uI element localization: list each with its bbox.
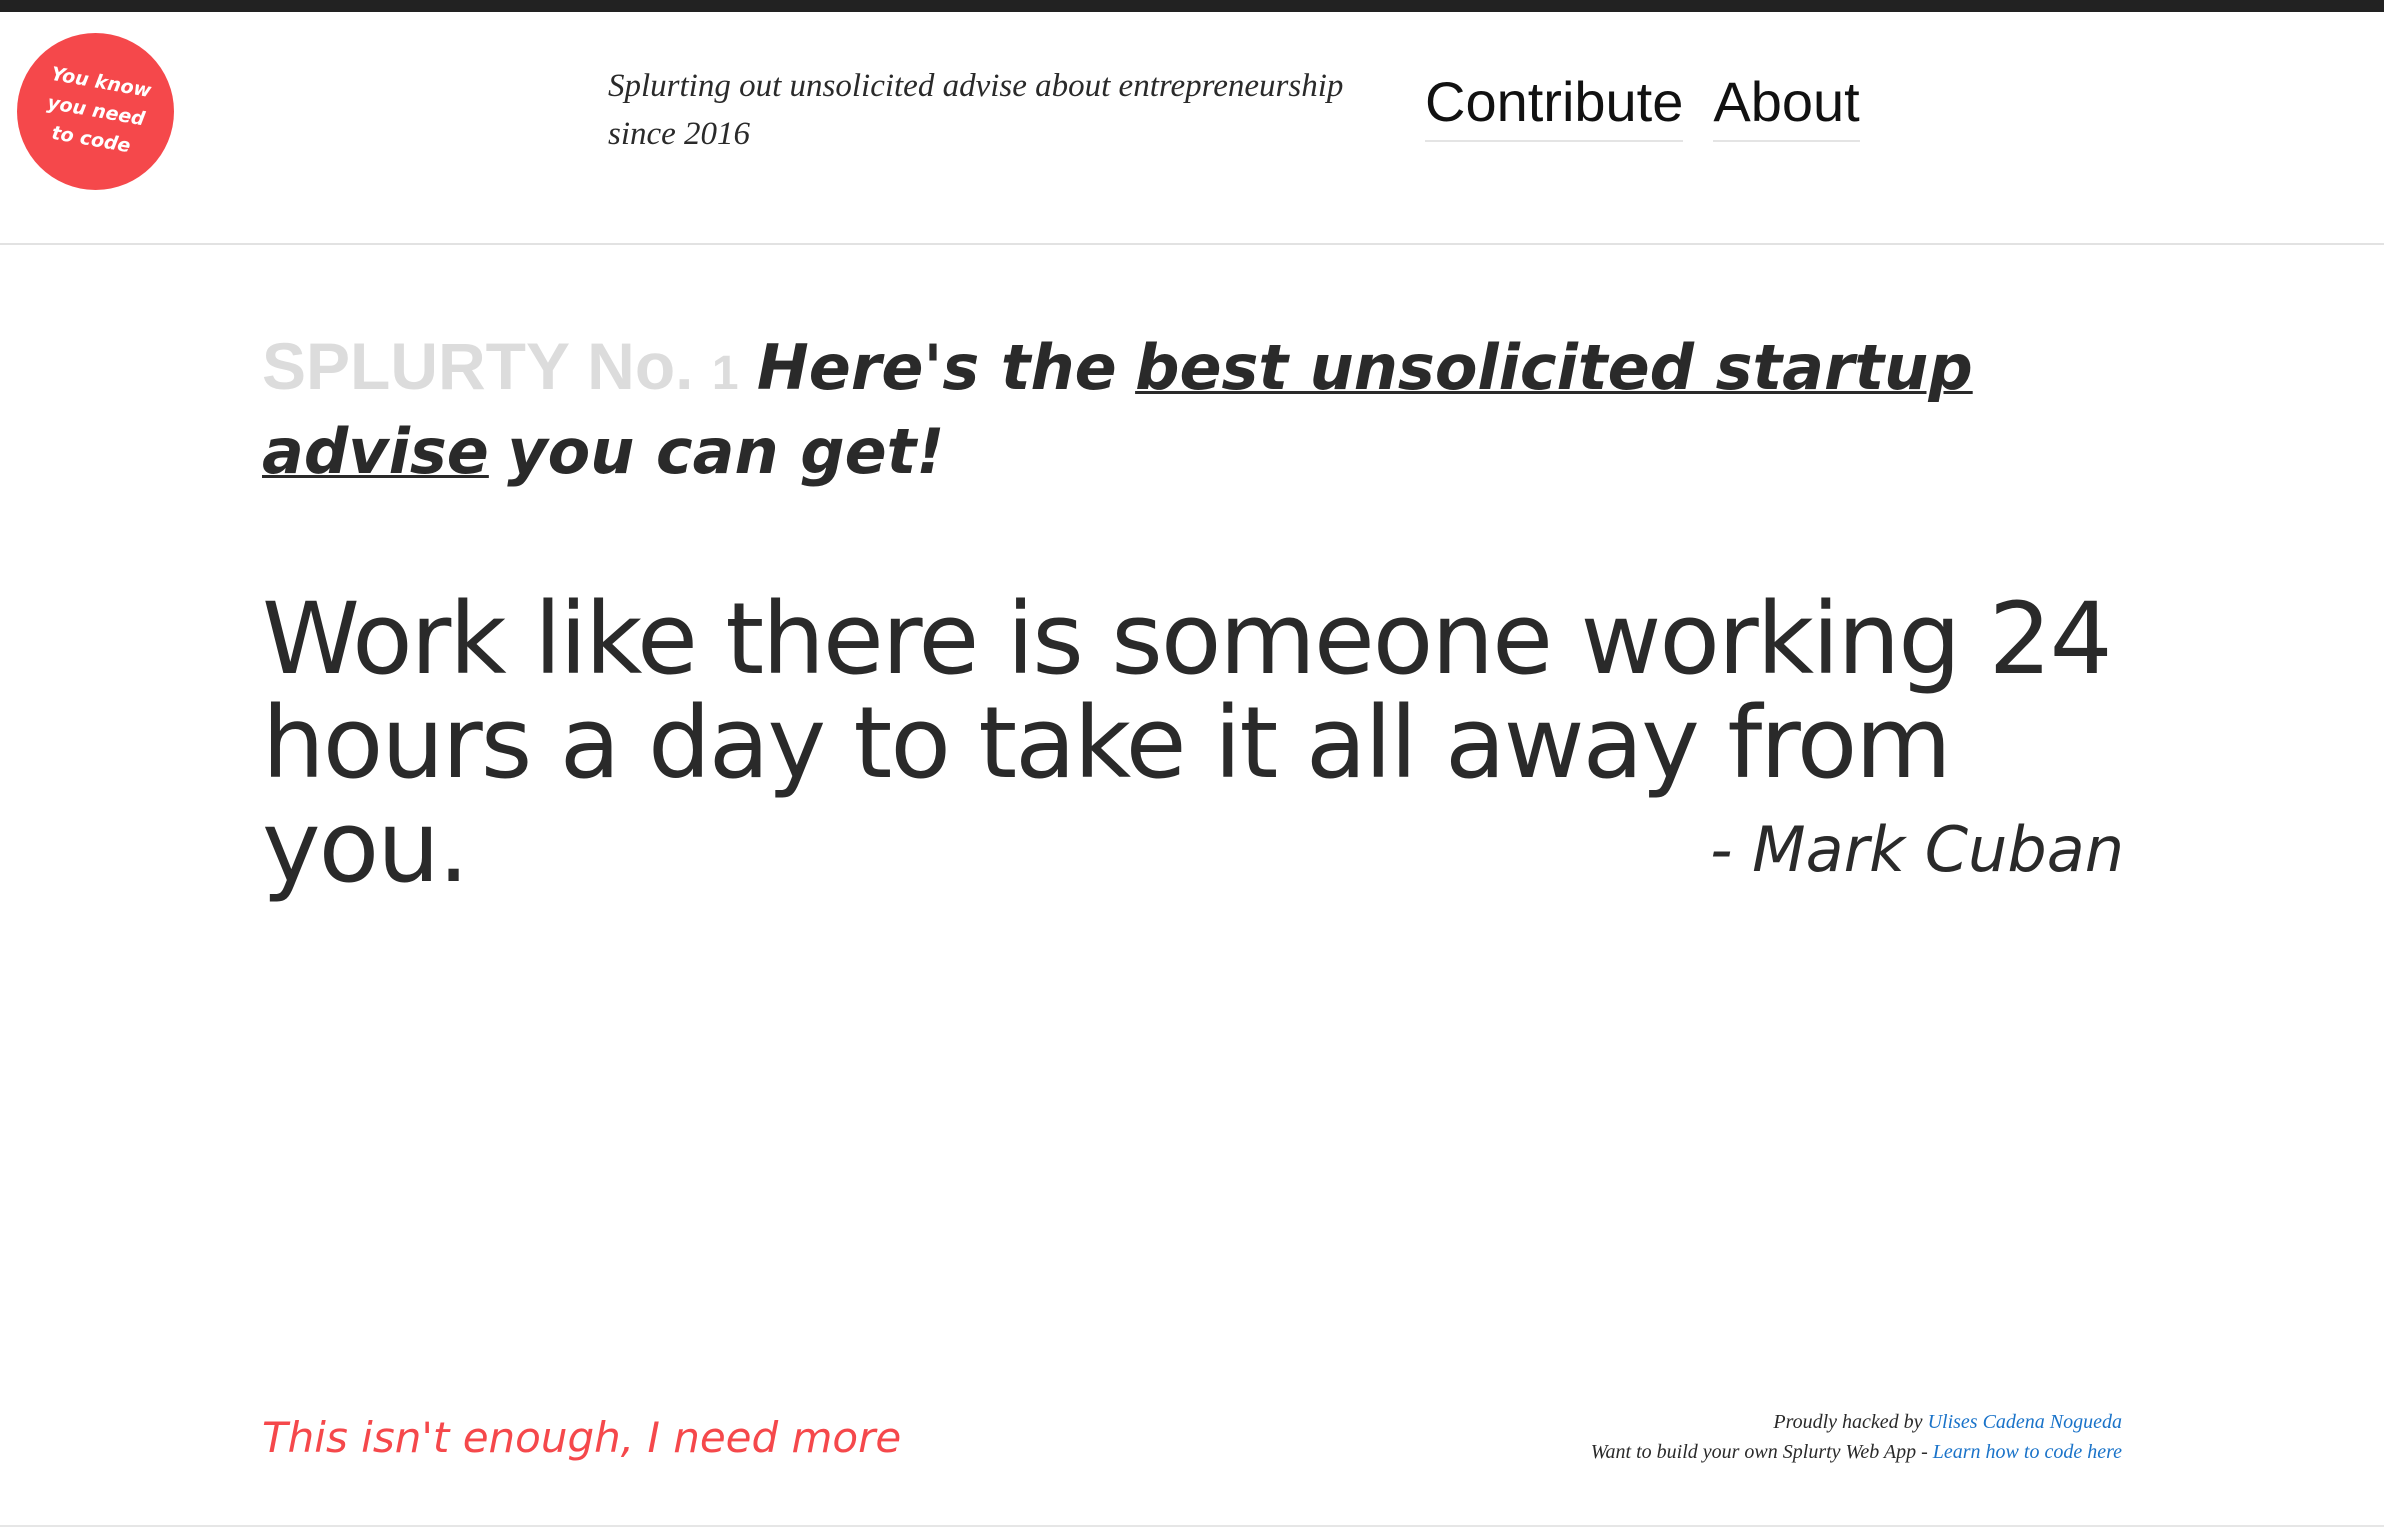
- headline-text-after: you can get!: [507, 415, 945, 488]
- build-line: Want to build your own Splurty Web App -…: [1591, 1437, 2122, 1467]
- splurty-number: 1: [711, 347, 739, 400]
- credit-prefix: Proudly hacked by: [1773, 1411, 1923, 1433]
- main-nav: Contribute About: [1425, 70, 1860, 142]
- credit-line: Proudly hacked by Ulises Cadena Nogueda: [1591, 1407, 2122, 1437]
- quote-author: - Mark Cuban: [1710, 813, 2124, 886]
- author-link[interactable]: Ulises Cadena Nogueda: [1928, 1411, 2122, 1433]
- site-tagline: Splurting out unsolicited advise about e…: [608, 68, 1344, 152]
- nav-about-link[interactable]: About: [1713, 70, 1860, 142]
- footer-credits: Proudly hacked by Ulises Cadena Nogueda …: [1591, 1407, 2122, 1467]
- page-headline: SPLURTY No. 1 Here's the best unsolicite…: [262, 328, 2132, 490]
- badge-text: You know you need to code: [45, 62, 153, 158]
- top-bar: [0, 0, 2384, 12]
- nav-contribute-link[interactable]: Contribute: [1425, 70, 1684, 142]
- splurty-label: SPLURTY No.: [262, 329, 694, 403]
- headline-text-before: Here's the: [756, 331, 1117, 404]
- header-divider: [0, 243, 2384, 245]
- learn-code-link[interactable]: Learn how to code here: [1933, 1441, 2122, 1463]
- bottom-divider: [0, 1525, 2384, 1527]
- code-badge[interactable]: You know you need to code: [17, 33, 174, 190]
- need-more-link[interactable]: This isn't enough, I need more: [262, 1410, 901, 1466]
- build-prefix: Want to build your own Splurty Web App -: [1590, 1441, 1928, 1463]
